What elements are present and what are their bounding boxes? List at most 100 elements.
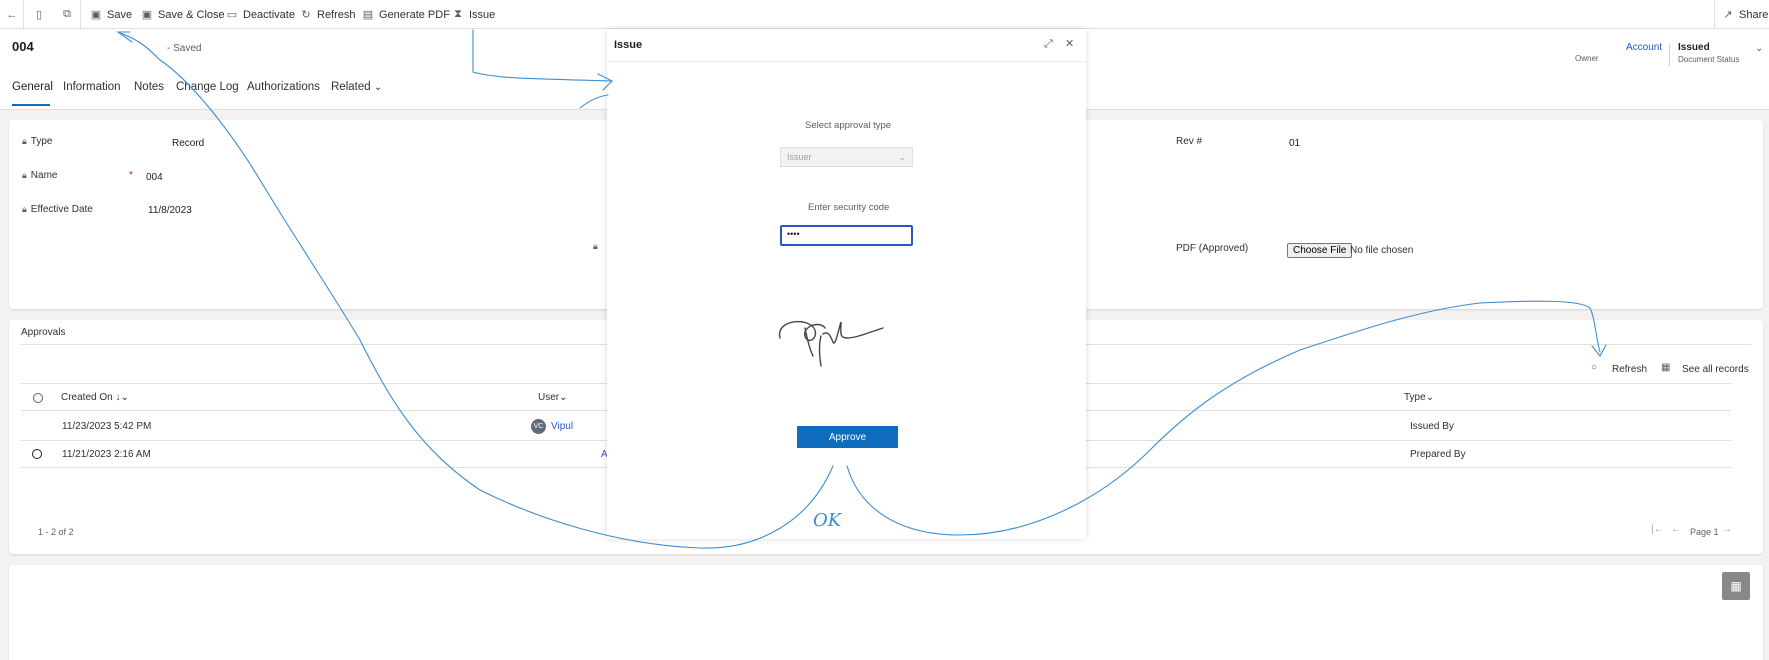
save-label: Save	[107, 8, 133, 21]
select-all-radio[interactable]	[33, 393, 43, 403]
form-view-button[interactable]: ▯	[33, 0, 45, 29]
lock-icon: 🔒︎	[22, 204, 27, 214]
approvals-title: Approvals	[21, 327, 66, 338]
tab-information[interactable]: Information	[63, 81, 121, 93]
grid-icon: ▦	[1661, 362, 1671, 373]
security-code-label: Enter security code	[808, 202, 890, 213]
first-page-icon[interactable]: |←	[1651, 524, 1664, 535]
approval-type-label: Select approval type	[805, 120, 892, 131]
name-value: 004	[146, 172, 163, 183]
annotation-ok-text: OK	[813, 510, 842, 531]
approvals-refresh-button[interactable]: Refresh	[1612, 364, 1647, 375]
type-label: 🔒︎ Type	[22, 136, 52, 147]
tab-related[interactable]: Related ⌄	[331, 81, 382, 93]
divider	[607, 61, 1086, 62]
locked-field-icon: 🔒︎	[593, 241, 598, 252]
generate-pdf-label: Generate PDF	[379, 8, 450, 21]
user-header[interactable]: User⌄	[538, 392, 568, 403]
see-all-records-button[interactable]: See all records	[1682, 364, 1749, 375]
divider	[23, 0, 24, 29]
owner-label: Owner	[1575, 54, 1599, 63]
back-arrow-icon: ←	[6, 8, 18, 21]
rev-label: Rev #	[1176, 136, 1203, 147]
save-close-label: Save & Close	[158, 8, 225, 21]
security-code-input[interactable]: ••••	[780, 225, 913, 246]
choose-file-button[interactable]: Choose File	[1287, 243, 1353, 258]
created-on-header[interactable]: Created On ↓⌄	[61, 392, 129, 403]
save-close-button[interactable]: ▣ Save & Close	[141, 0, 225, 29]
share-label: Share	[1739, 8, 1769, 21]
type-value: Record	[172, 138, 205, 149]
next-page-icon[interactable]: →	[1722, 524, 1732, 535]
deactivate-button[interactable]: ▭ Deactivate	[226, 0, 295, 29]
approve-button[interactable]: Approve	[797, 426, 898, 448]
generate-pdf-button[interactable]: ▤ Generate PDF	[362, 0, 450, 29]
divider	[1714, 0, 1715, 29]
signature-image	[778, 320, 884, 367]
type-label-text: Type	[30, 136, 53, 147]
page-title: 004	[12, 39, 34, 54]
share-icon: ↗	[1723, 9, 1733, 21]
type-header[interactable]: Type⌄	[1404, 392, 1434, 403]
save-icon: ▣	[90, 9, 102, 21]
approval-type-select[interactable]: Issuer ⌄	[780, 147, 913, 167]
chevron-down-icon: ⌄	[373, 82, 383, 93]
tab-authorizations[interactable]: Authorizations	[247, 81, 320, 93]
chevron-down-icon: ⌄	[898, 151, 906, 162]
issue-label: Issue	[469, 8, 496, 21]
row-2-select-radio[interactable]	[32, 449, 42, 459]
close-icon[interactable]: ✕	[1065, 37, 1074, 50]
pdf-approved-label: PDF (Approved)	[1176, 243, 1249, 254]
rev-value: 01	[1289, 138, 1301, 149]
row-1-user-link[interactable]: Vipul	[551, 421, 573, 432]
expand-icon[interactable]: ⤢	[1044, 38, 1053, 51]
divider	[80, 0, 81, 29]
saved-status: - Saved	[167, 43, 202, 54]
share-button[interactable]: ↗Share⌄	[1722, 0, 1769, 29]
tab-related-label: Related	[331, 81, 371, 93]
back-button[interactable]: ←	[6, 0, 18, 29]
name-label: 🔒︎ Name	[22, 170, 57, 181]
issue-dialog	[607, 29, 1086, 539]
previous-page-icon[interactable]: ←	[1671, 524, 1681, 535]
document-icon: ▯	[35, 9, 43, 21]
tab-general[interactable]: General	[12, 81, 53, 93]
refresh-icon: ↻	[301, 9, 311, 21]
document-status-value: Issued	[1678, 42, 1710, 53]
divider	[1669, 44, 1670, 66]
effective-date-label-text: Effective Date	[30, 204, 93, 215]
lock-icon: 🔒︎	[593, 241, 598, 251]
open-window-icon: ⧉	[63, 8, 71, 20]
open-new-window-button[interactable]: ⧉	[61, 0, 73, 29]
bottom-section	[9, 565, 1763, 660]
issue-button[interactable]: ⧗ Issue	[452, 0, 495, 29]
header-expand-icon[interactable]: ⌄	[1755, 43, 1763, 54]
dialog-title: Issue	[614, 39, 643, 51]
avatar: VC	[531, 419, 546, 434]
required-indicator: *	[129, 170, 133, 181]
lock-icon: 🔒︎	[22, 136, 27, 146]
page-number: Page 1	[1690, 527, 1719, 537]
chevron-down-icon: ⌄	[559, 392, 568, 403]
command-bar: ← ▯ ⧉ ▣ Save ▣ Save & Close ▭ Deactivate ↻ R…	[0, 0, 1769, 29]
pdf-icon: ▤	[362, 9, 374, 21]
owner-account-link[interactable]: Account	[1626, 42, 1662, 53]
save-button[interactable]: ▣ Save	[90, 0, 132, 29]
deactivate-label: Deactivate	[243, 8, 295, 21]
sort-desc-icon: ↓⌄	[115, 392, 129, 403]
row-2-type: Prepared By	[1410, 449, 1466, 460]
tab-change-log[interactable]: Change Log	[176, 81, 239, 93]
name-label-text: Name	[30, 170, 58, 181]
approval-type-value: Issuer	[787, 152, 812, 162]
refresh-button[interactable]: ↻ Refresh	[300, 0, 355, 29]
active-tab-indicator	[12, 104, 50, 106]
type-header-label: Type	[1404, 392, 1426, 403]
calculator-icon[interactable]: ▦	[1722, 572, 1750, 600]
hourglass-icon: ⧗	[454, 8, 462, 20]
record-count: 1 - 2 of 2	[38, 527, 74, 537]
tab-notes[interactable]: Notes	[134, 81, 164, 93]
save-close-icon: ▣	[141, 9, 153, 21]
deactivate-icon: ▭	[226, 9, 238, 21]
row-1-created: 11/23/2023 5:42 PM	[62, 421, 152, 432]
effective-date-label: 🔒︎ Effective Date	[22, 204, 93, 215]
